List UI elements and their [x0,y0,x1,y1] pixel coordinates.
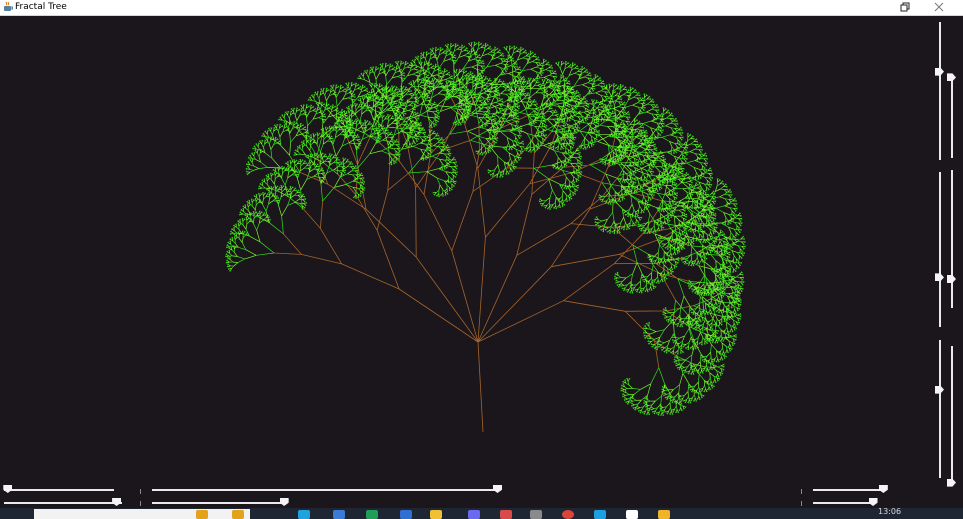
slider-right-3[interactable] [935,172,944,327]
slider-separator [140,501,141,506]
taskbar: 13:06 [0,508,963,519]
slider-bottom-right-bottom[interactable] [813,498,878,507]
slider-thumb[interactable] [947,275,956,284]
palm-icon[interactable] [196,510,208,519]
slider-right-4[interactable] [947,170,956,308]
store-icon[interactable] [333,510,345,519]
edit-icon[interactable] [594,510,606,519]
slider-bottom-center-bottom[interactable] [152,498,289,507]
slider-thumb[interactable] [947,73,956,82]
slider-track[interactable] [951,170,953,308]
close-icon [934,2,944,12]
slider-thumb[interactable] [3,485,13,493]
chrome-icon[interactable] [562,510,574,519]
slider-thumb[interactable] [935,67,944,76]
slider-bottom-left-top[interactable] [3,485,114,494]
slider-track[interactable] [152,502,285,504]
window-title: Fractal Tree [15,2,67,12]
slider-bottom-center-top[interactable] [152,485,502,494]
slider-track[interactable] [4,489,114,491]
slider-track[interactable] [813,502,875,504]
paint-icon[interactable] [468,510,480,519]
slider-right-5[interactable] [935,340,944,478]
slider-separator [140,489,141,494]
palm-icon[interactable] [232,510,244,519]
slider-right-1[interactable] [935,22,944,160]
window-titlebar: Fractal Tree [0,0,963,16]
slider-track[interactable] [939,340,941,478]
app-icon[interactable] [530,510,542,519]
folder-icon[interactable] [430,510,442,519]
slider-bottom-left-bottom[interactable] [4,498,122,507]
media-icon[interactable] [500,510,512,519]
slider-track[interactable] [939,22,941,160]
fractal-canvas [0,16,963,508]
slider-track[interactable] [4,502,122,504]
taskbar-clock: 13:06 [878,507,902,516]
slider-separator [801,501,802,506]
slider-thumb[interactable] [112,498,122,506]
slider-thumb[interactable] [935,385,944,394]
slider-track[interactable] [951,346,953,484]
fractal-tree [225,41,746,433]
slider-track[interactable] [152,489,497,491]
taskbar-search-box[interactable] [34,509,250,519]
mail-icon[interactable] [400,510,412,519]
close-button[interactable] [928,0,950,15]
restore-icon [900,2,910,12]
java-icon[interactable] [626,510,638,519]
notes-icon[interactable] [658,510,670,519]
restore-button[interactable] [892,0,914,15]
slider-bottom-right-top[interactable] [813,485,888,494]
slider-track[interactable] [813,489,885,491]
slider-right-6[interactable] [947,346,956,487]
slider-track[interactable] [939,172,941,327]
slider-track[interactable] [951,74,953,158]
spreadsheet-icon[interactable] [366,510,378,519]
java-cup-icon [4,1,13,11]
slider-thumb[interactable] [935,273,944,282]
browser-icon[interactable] [298,510,310,519]
slider-right-2[interactable] [947,73,956,158]
slider-separator [801,489,802,494]
